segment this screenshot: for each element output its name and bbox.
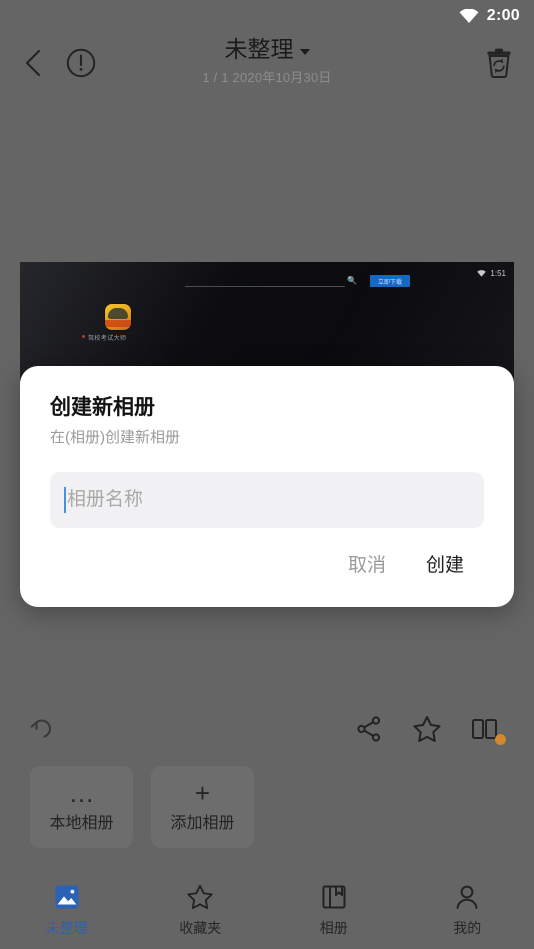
plus-icon: +: [194, 777, 211, 808]
create-button[interactable]: 创建: [426, 550, 464, 577]
photo-app-icon: [105, 304, 131, 330]
cancel-button[interactable]: 取消: [348, 550, 386, 577]
photo-status-bar: 1:51: [477, 264, 506, 282]
nav-item-unsorted[interactable]: 未整理: [0, 871, 134, 949]
text-caret: [64, 487, 66, 513]
photo-app-badge-dot: [82, 335, 85, 338]
nav-label-albums: 相册: [319, 920, 348, 936]
bottom-navigation: 未整理 收藏夹 相册 我的: [0, 871, 534, 949]
add-album-chip[interactable]: + 添加相册: [151, 766, 254, 848]
info-button[interactable]: [58, 42, 104, 88]
create-album-dialog: 创建新相册 在(相册)创建新相册 相册名称 取消 创建: [20, 366, 514, 607]
back-button[interactable]: [10, 42, 56, 88]
photo-app-band: [105, 320, 131, 327]
nav-label-profile: 我的: [453, 920, 482, 936]
album-chip-list: … 本地相册 + 添加相册: [30, 766, 254, 848]
status-bar: 2:00: [0, 0, 534, 32]
photo-status-clock: 1:51: [490, 268, 506, 278]
photo-search-field: [185, 276, 345, 287]
favorite-button[interactable]: [404, 708, 450, 754]
album-title-dropdown[interactable]: 未整理: [225, 34, 310, 64]
search-icon: 🔍: [347, 276, 357, 285]
photo-toolbar: [0, 706, 534, 758]
recycle-bin-icon: [484, 47, 514, 84]
album-book-icon: [319, 882, 349, 912]
share-button[interactable]: [346, 708, 392, 754]
status-clock: 2:00: [486, 7, 520, 24]
wifi-icon: [459, 9, 479, 23]
exclamation-circle-icon: [65, 47, 97, 84]
dialog-actions: 取消 创建: [50, 550, 484, 577]
wifi-icon: [477, 264, 487, 282]
nav-label-favorites: 收藏夹: [179, 920, 222, 936]
photo-app-label: 驾校考试大师: [88, 336, 127, 342]
local-album-label: 本地相册: [49, 814, 114, 832]
chevron-left-icon: [22, 48, 44, 83]
ellipsis-icon: …: [68, 777, 95, 808]
top-app-bar: 未整理 1 / 1 2020年10月30日: [0, 32, 534, 94]
local-album-chip[interactable]: … 本地相册: [30, 766, 133, 848]
share-icon: [355, 715, 383, 748]
photo-filled-icon: [52, 882, 82, 912]
undo-arrow-icon: [30, 716, 60, 747]
undo-button[interactable]: [22, 708, 68, 754]
app-screen: 2:00 未整理 1 / 1 2020年10月30日 1:51 🔍 立即下载 驾…: [0, 0, 534, 949]
nav-item-profile[interactable]: 我的: [401, 871, 534, 949]
photo-download-button: 立即下载: [370, 275, 410, 287]
nav-item-favorites[interactable]: 收藏夹: [134, 871, 268, 949]
delete-button[interactable]: [476, 42, 522, 88]
album-name-placeholder: 相册名称: [67, 489, 144, 510]
caret-down-icon: [299, 48, 310, 55]
page-title: 未整理: [224, 36, 294, 62]
dialog-subtitle: 在(相册)创建新相册: [50, 429, 180, 446]
nav-label-unsorted: 未整理: [45, 920, 88, 936]
add-album-label: 添加相册: [170, 814, 235, 832]
compare-badge: [495, 734, 506, 745]
dialog-title: 创建新相册: [50, 396, 155, 419]
compare-button[interactable]: [462, 708, 508, 754]
person-icon: [452, 882, 482, 912]
photo-app-glyph: [108, 308, 128, 319]
album-name-input[interactable]: 相册名称: [50, 472, 484, 528]
nav-item-albums[interactable]: 相册: [267, 871, 401, 949]
star-outline-icon: [185, 882, 215, 912]
star-outline-icon: [412, 714, 442, 749]
